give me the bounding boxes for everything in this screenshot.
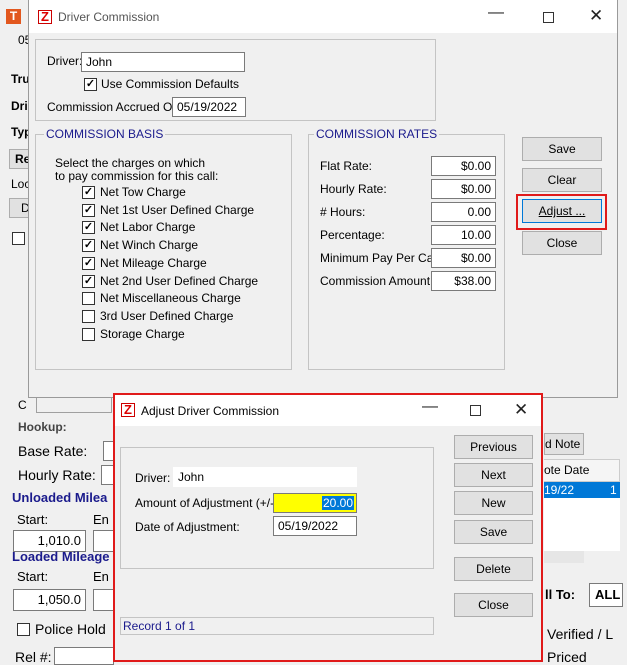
adjust-status-bar: Record 1 of 1 xyxy=(120,617,434,635)
adjust-driver-field: John xyxy=(173,467,357,487)
bg-label-tru: Tru xyxy=(11,72,30,86)
adjust-close-icon[interactable]: ✕ xyxy=(514,400,528,420)
rate-label: # Hours: xyxy=(320,205,366,219)
basis-checkbox[interactable]: ✓ xyxy=(82,256,95,270)
rate-label: Hourly Rate: xyxy=(320,182,387,196)
bg-police-hold-checkbox[interactable] xyxy=(17,623,30,636)
bg-label-unloaded-mileage: Unloaded Milea xyxy=(12,490,108,505)
close-button[interactable]: Close xyxy=(522,231,602,255)
basis-item-label: Storage Charge xyxy=(100,326,185,341)
rate-field[interactable]: $0.00 xyxy=(431,248,496,268)
driver-label: Driver: xyxy=(47,54,83,68)
bg-label-loaded-mileage: Loaded Mileage xyxy=(12,549,110,564)
accrued-field[interactable]: 05/19/2022 xyxy=(172,97,246,117)
rate-field[interactable]: $38.00 xyxy=(431,271,496,291)
maximize-icon[interactable] xyxy=(543,12,554,23)
bg-label-base-rate: Base Rate: xyxy=(18,443,88,459)
close-icon[interactable]: ✕ xyxy=(589,6,603,26)
save-button[interactable]: Save xyxy=(522,137,602,161)
bg-field-end2[interactable] xyxy=(93,589,115,611)
adjust-date-field[interactable]: 05/19/2022 xyxy=(273,516,357,536)
basis-item-label: 3rd User Defined Charge xyxy=(100,308,234,323)
basis-item-label: Net 1st User Defined Charge xyxy=(100,202,255,217)
commission-basis-title: COMMISSION BASIS xyxy=(44,127,166,141)
use-defaults-label: Use Commission Defaults xyxy=(101,77,240,91)
bg-grid-selected-row[interactable]: 19/22 1 xyxy=(544,482,620,498)
bg-label-start2: Start: xyxy=(17,569,49,584)
adjust-close-button[interactable]: Close xyxy=(454,593,533,617)
delete-button[interactable]: Delete xyxy=(454,557,533,581)
basis-item-label: Net Mileage Charge xyxy=(100,255,207,270)
app-logo-icon xyxy=(38,9,52,24)
amount-label: Amount of Adjustment (+/-): xyxy=(135,496,282,510)
commission-rates-title: COMMISSION RATES xyxy=(314,127,440,141)
use-defaults-checkbox[interactable]: ✓ xyxy=(84,78,97,91)
bg-label-en2: En xyxy=(93,569,109,584)
rate-field[interactable]: $0.00 xyxy=(431,156,496,176)
basis-instructions-1: Select the charges on which xyxy=(55,156,206,170)
basis-checkbox[interactable]: ✓ xyxy=(82,203,95,217)
bg-label-verified: Verified / L xyxy=(547,626,614,642)
bg-label-priced: Priced xyxy=(547,649,587,665)
bg-label-police-hold: Police Hold xyxy=(35,621,106,637)
basis-item-label: Net Miscellaneous Charge xyxy=(100,291,241,306)
basis-item-label: Net Winch Charge xyxy=(100,238,199,253)
previous-button[interactable]: Previous xyxy=(454,435,533,459)
basis-item-label: Net Labor Charge xyxy=(100,220,196,235)
basis-item-label: Net 2nd User Defined Charge xyxy=(100,273,259,288)
bg-label-c: C xyxy=(18,398,27,412)
basis-checkbox[interactable] xyxy=(82,309,95,323)
adjust-title-bar: Adjust Driver Commission — ✕ xyxy=(115,395,541,426)
title-bar: Driver Commission — ✕ xyxy=(29,0,617,33)
adjust-logo-icon xyxy=(121,402,135,417)
bg-label-hourly-rate: Hourly Rate: xyxy=(18,467,96,483)
bg-label-dri: Dri xyxy=(11,99,28,113)
amount-field[interactable]: 20.00 xyxy=(273,493,357,513)
app-icon: T xyxy=(6,9,21,24)
basis-checkbox[interactable]: ✓ xyxy=(82,274,95,288)
new-button[interactable]: New xyxy=(454,491,533,515)
basis-checkbox[interactable]: ✓ xyxy=(82,239,95,253)
adjust-driver-label: Driver: xyxy=(135,471,171,485)
minimize-icon[interactable]: — xyxy=(488,4,504,22)
bg-checkbox[interactable] xyxy=(12,232,25,245)
adjust-date-label: Date of Adjustment: xyxy=(135,520,240,534)
rate-field[interactable]: $0.00 xyxy=(431,179,496,199)
basis-checkbox[interactable]: ✓ xyxy=(82,221,95,235)
driver-field[interactable]: John xyxy=(81,52,245,72)
basis-checkbox[interactable] xyxy=(82,327,95,341)
adjust-save-button[interactable]: Save xyxy=(454,520,533,544)
bg-scrollbar[interactable] xyxy=(544,551,584,563)
rate-field[interactable]: 10.00 xyxy=(431,225,496,245)
basis-checkbox[interactable]: ✓ xyxy=(82,186,95,199)
basis-item-label: Net Tow Charge xyxy=(100,185,186,199)
accrued-label: Commission Accrued On: xyxy=(47,100,183,114)
rate-label: Percentage: xyxy=(320,228,385,242)
bg-label-start1: Start: xyxy=(17,512,49,527)
bg-label-en1: En xyxy=(93,512,109,527)
bg-field-start2[interactable]: 1,050.0 xyxy=(13,589,86,611)
bg-button-d-note[interactable]: d Note xyxy=(544,433,584,455)
rate-label: Commission Amount: xyxy=(320,274,434,288)
basis-checkbox[interactable] xyxy=(82,292,95,306)
clear-button[interactable]: Clear xyxy=(522,168,602,192)
next-button[interactable]: Next xyxy=(454,463,533,487)
bg-label-hookup: Hookup: xyxy=(18,420,67,434)
bg-select-all[interactable]: ALL xyxy=(589,583,623,607)
adjust-minimize-icon[interactable]: — xyxy=(422,398,438,416)
rate-label: Minimum Pay Per Call: xyxy=(320,251,443,265)
basis-instructions-2: to pay commission for this call: xyxy=(55,169,219,183)
rate-label: Flat Rate: xyxy=(320,159,373,173)
window-title: Driver Commission xyxy=(58,10,160,24)
adjust-maximize-icon[interactable] xyxy=(470,405,481,416)
adjust-title: Adjust Driver Commission xyxy=(141,404,280,418)
bg-label-ll-to: ll To: xyxy=(545,587,576,602)
bg-field-rel[interactable] xyxy=(54,647,114,665)
bg-label-rel: Rel #: xyxy=(15,649,52,665)
adjust-highlight xyxy=(516,194,607,230)
rate-field[interactable]: 0.00 xyxy=(431,202,496,222)
adjust-dialog: Adjust Driver Commission — ✕ Driver: Joh… xyxy=(113,393,543,662)
bg-grid-header: ote Date xyxy=(544,460,620,482)
